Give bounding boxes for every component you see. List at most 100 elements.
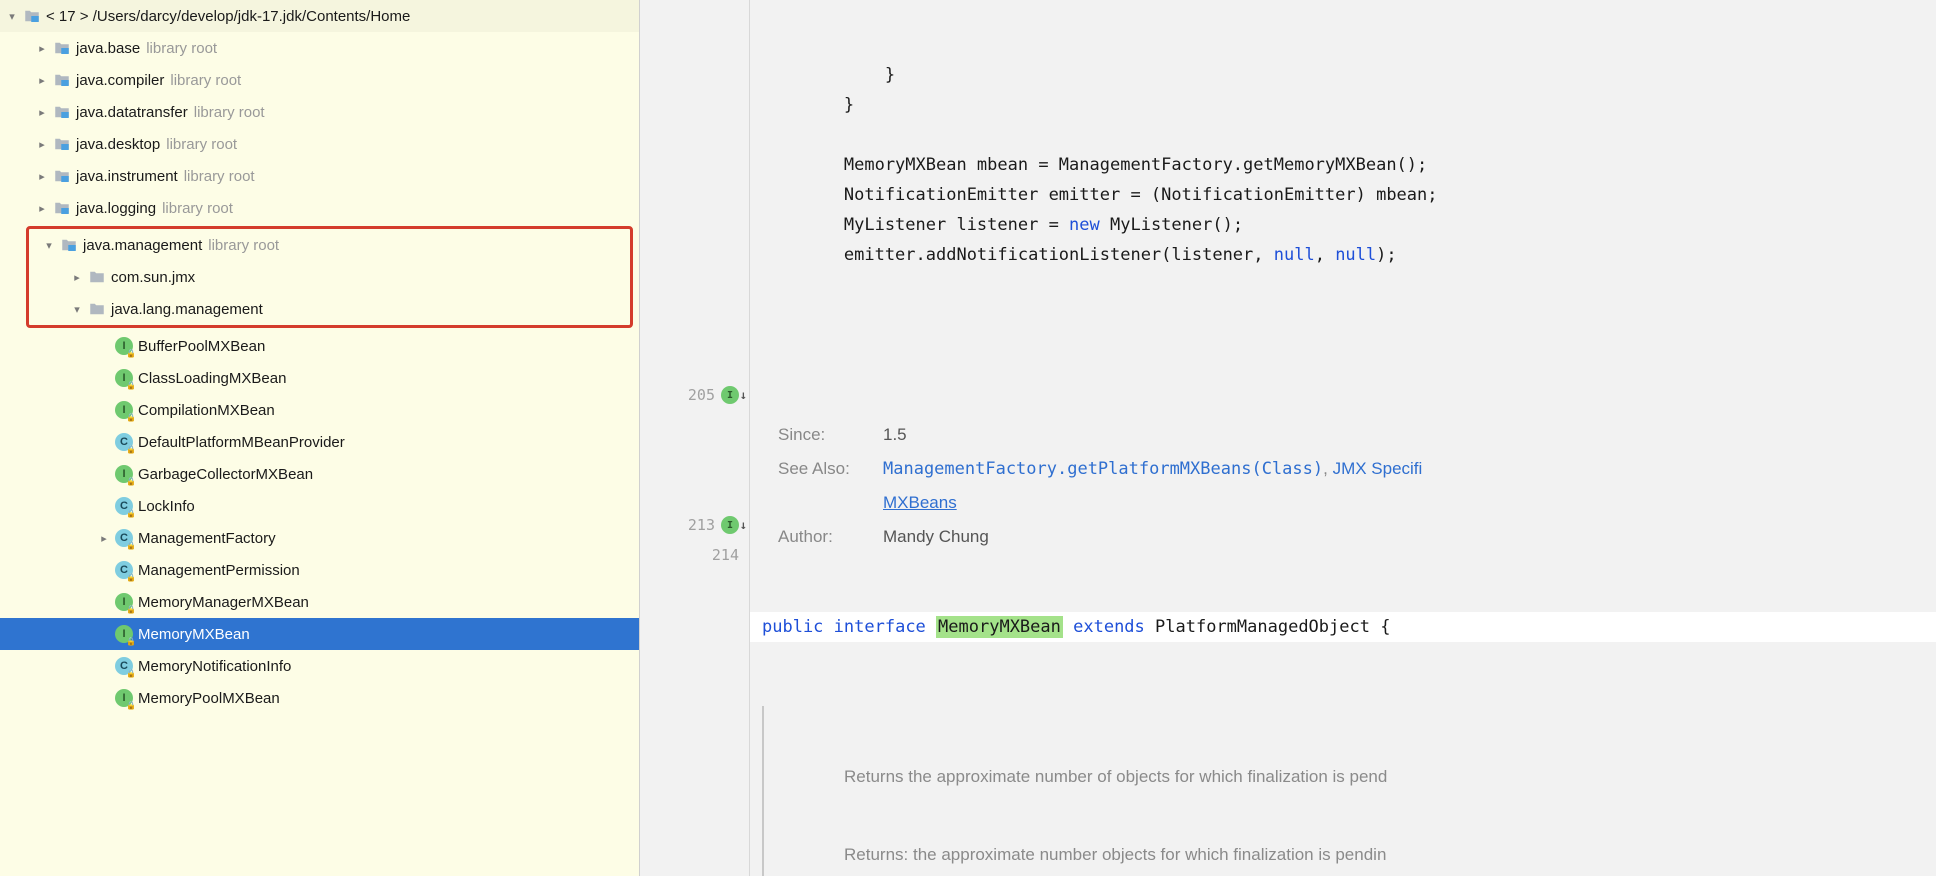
tree-item-ClassLoadingMXBean[interactable]: I🔒ClassLoadingMXBean bbox=[0, 362, 639, 394]
lock-icon: 🔒 bbox=[126, 637, 136, 646]
tree-item-label: java.managementlibrary root bbox=[83, 237, 279, 254]
lock-icon: 🔒 bbox=[126, 541, 136, 550]
class-icon: C🔒 bbox=[114, 496, 134, 516]
interface-icon: I🔒 bbox=[114, 336, 134, 356]
library-folder-icon bbox=[52, 70, 72, 90]
tree-item-java-lang-management[interactable]: ▾ java.lang.management bbox=[29, 293, 630, 325]
code-area[interactable]: } } MemoryMXBean mbean = ManagementFacto… bbox=[750, 0, 1936, 876]
interface-icon: I🔒 bbox=[114, 688, 134, 708]
tree-item-label: ClassLoadingMXBean bbox=[138, 370, 286, 387]
tree-item-label: GarbageCollectorMXBean bbox=[138, 466, 313, 483]
folder-icon bbox=[87, 267, 107, 287]
tree-item-label: java.instrumentlibrary root bbox=[76, 168, 255, 185]
lock-icon: 🔒 bbox=[126, 701, 136, 710]
gutter: 205 I 213 I 214 bbox=[640, 0, 750, 876]
tree-item-java-instrument[interactable]: ▸ java.instrumentlibrary root bbox=[0, 160, 639, 192]
override-icon[interactable]: I bbox=[721, 516, 739, 534]
tree-item-label: java.datatransferlibrary root bbox=[76, 104, 265, 121]
tree-item-label: CompilationMXBean bbox=[138, 402, 275, 419]
tree-item-label: LockInfo bbox=[138, 498, 195, 515]
tree-item-label: java.baselibrary root bbox=[76, 40, 217, 57]
tree-root[interactable]: ▾ < 17 > /Users/darcy/develop/jdk-17.jdk… bbox=[0, 0, 639, 32]
line-number: 213 bbox=[688, 516, 715, 534]
tree-item-label: java.desktoplibrary root bbox=[76, 136, 237, 153]
tree-item-java-logging[interactable]: ▸ java.logginglibrary root bbox=[0, 192, 639, 224]
code-line: emitter.addNotificationListener(listener… bbox=[750, 240, 1936, 270]
link-jmx-spec[interactable]: JMX Specifi bbox=[1333, 459, 1423, 478]
code-line: MemoryMXBean mbean = ManagementFactory.g… bbox=[750, 150, 1936, 180]
tree-item-GarbageCollectorMXBean[interactable]: I🔒GarbageCollectorMXBean bbox=[0, 458, 639, 490]
lock-icon: 🔒 bbox=[126, 669, 136, 678]
lock-icon: 🔒 bbox=[126, 509, 136, 518]
library-folder-icon bbox=[52, 102, 72, 122]
tree-item-java-desktop[interactable]: ▸ java.desktoplibrary root bbox=[0, 128, 639, 160]
code-editor[interactable]: 205 I 213 I 214 } } MemoryMXBean mbean = M… bbox=[640, 0, 1936, 876]
tree-item-java-datatransfer[interactable]: ▸ java.datatransferlibrary root bbox=[0, 96, 639, 128]
library-folder-icon bbox=[52, 134, 72, 154]
tree-item-java-compiler[interactable]: ▸ java.compilerlibrary root bbox=[0, 64, 639, 96]
javadoc-block: Returns the approximate number of object… bbox=[762, 706, 1936, 876]
class-icon: C🔒 bbox=[114, 432, 134, 452]
library-folder-icon bbox=[52, 166, 72, 186]
line-number: 205 bbox=[688, 386, 715, 404]
tree-item-BufferPoolMXBean[interactable]: I🔒BufferPoolMXBean bbox=[0, 330, 639, 362]
class-icon: C🔒 bbox=[114, 528, 134, 548]
tree-item-ManagementPermission[interactable]: C🔒ManagementPermission bbox=[0, 554, 639, 586]
lock-icon: 🔒 bbox=[126, 573, 136, 582]
lock-icon: 🔒 bbox=[126, 349, 136, 358]
interface-icon: I🔒 bbox=[114, 368, 134, 388]
line-number: 214 bbox=[712, 546, 739, 564]
tree-item-label: MemoryManagerMXBean bbox=[138, 594, 309, 611]
root-label: < 17 > /Users/darcy/develop/jdk-17.jdk/C… bbox=[46, 8, 410, 25]
tree-item-label: ManagementFactory bbox=[138, 530, 276, 547]
library-folder-icon bbox=[59, 235, 79, 255]
tree-item-label: java.compilerlibrary root bbox=[76, 72, 241, 89]
chevron-down-icon: ▾ bbox=[67, 303, 87, 316]
chevron-right-icon: ▸ bbox=[32, 202, 52, 215]
code-line: NotificationEmitter emitter = (Notificat… bbox=[750, 180, 1936, 210]
library-folder-icon bbox=[22, 6, 42, 26]
tree-item-java-management[interactable]: ▾ java.managementlibrary root bbox=[29, 229, 630, 261]
interface-declaration: public interface MemoryMXBean extends Pl… bbox=[750, 612, 1936, 642]
chevron-down-icon: ▾ bbox=[39, 239, 59, 252]
chevron-right-icon: ▸ bbox=[32, 138, 52, 151]
tree-item-label: MemoryPoolMXBean bbox=[138, 690, 280, 707]
chevron-down-icon: ▾ bbox=[2, 10, 22, 23]
tree-item-MemoryPoolMXBean[interactable]: I🔒MemoryPoolMXBean bbox=[0, 682, 639, 714]
highlighted-module-box: ▾ java.managementlibrary root ▸ com.sun.… bbox=[26, 226, 633, 328]
tree-item-com-sun-jmx[interactable]: ▸ com.sun.jmx bbox=[29, 261, 630, 293]
chevron-right-icon: ▸ bbox=[32, 106, 52, 119]
tree-item-LockInfo[interactable]: C🔒LockInfo bbox=[0, 490, 639, 522]
library-folder-icon bbox=[52, 198, 72, 218]
chevron-right-icon: ▸ bbox=[94, 532, 114, 545]
javadoc-meta: Since:1.5 See Also:ManagementFactory.get… bbox=[750, 420, 1936, 552]
class-icon: C🔒 bbox=[114, 656, 134, 676]
tree-item-label: MemoryNotificationInfo bbox=[138, 658, 291, 675]
link-getplatformmxbeans[interactable]: ManagementFactory.getPlatformMXBeans(Cla… bbox=[883, 459, 1323, 479]
tree-item-label: DefaultPlatformMBeanProvider bbox=[138, 434, 345, 451]
tree-item-DefaultPlatformMBeanProvider[interactable]: C🔒DefaultPlatformMBeanProvider bbox=[0, 426, 639, 458]
lock-icon: 🔒 bbox=[126, 413, 136, 422]
code-line: } bbox=[750, 60, 1936, 90]
code-line: } bbox=[750, 90, 1936, 120]
tree-item-MemoryNotificationInfo[interactable]: C🔒MemoryNotificationInfo bbox=[0, 650, 639, 682]
tree-item-label: java.logginglibrary root bbox=[76, 200, 233, 217]
tree-item-ManagementFactory[interactable]: ▸C🔒ManagementFactory bbox=[0, 522, 639, 554]
chevron-right-icon: ▸ bbox=[67, 271, 87, 284]
interface-icon: I🔒 bbox=[114, 624, 134, 644]
project-tree[interactable]: ▾ < 17 > /Users/darcy/develop/jdk-17.jdk… bbox=[0, 0, 640, 876]
tree-item-label: BufferPoolMXBean bbox=[138, 338, 265, 355]
tree-item-MemoryManagerMXBean[interactable]: I🔒MemoryManagerMXBean bbox=[0, 586, 639, 618]
chevron-right-icon: ▸ bbox=[32, 74, 52, 87]
tree-item-MemoryMXBean[interactable]: I🔒MemoryMXBean bbox=[0, 618, 639, 650]
interface-icon: I🔒 bbox=[114, 592, 134, 612]
tree-item-label: java.lang.management bbox=[111, 301, 263, 318]
tree-item-CompilationMXBean[interactable]: I🔒CompilationMXBean bbox=[0, 394, 639, 426]
override-icon[interactable]: I bbox=[721, 386, 739, 404]
code-line: MyListener listener = new MyListener(); bbox=[750, 210, 1936, 240]
link-mxbeans[interactable]: MXBeans bbox=[883, 493, 957, 512]
chevron-right-icon: ▸ bbox=[32, 42, 52, 55]
lock-icon: 🔒 bbox=[126, 381, 136, 390]
lock-icon: 🔒 bbox=[126, 445, 136, 454]
tree-item-java-base[interactable]: ▸ java.baselibrary root bbox=[0, 32, 639, 64]
